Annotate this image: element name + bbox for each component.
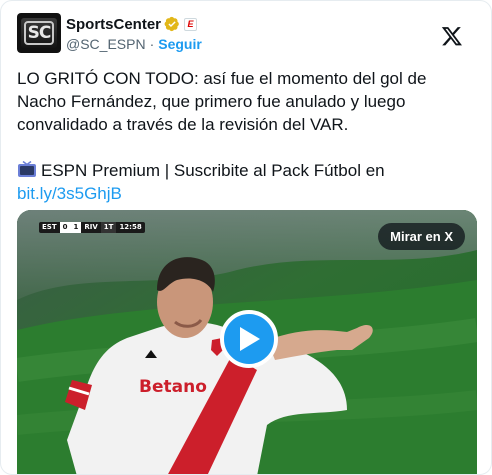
tweet-card: SC SportsCenter E @SC_ESPN · Seguir LO G… <box>0 0 492 475</box>
avatar-logo-text: SC <box>23 21 55 45</box>
tweet-header: SC SportsCenter E @SC_ESPN · Seguir <box>17 13 477 57</box>
play-button[interactable] <box>220 310 278 368</box>
avatar-logo: SC <box>21 18 57 48</box>
promo-text: ESPN Premium | Suscribite al Pack Fútbol… <box>41 161 385 180</box>
avatar[interactable]: SC <box>17 13 61 53</box>
tweet-main-text: LO GRITÓ CON TODO: así fue el momento de… <box>17 69 427 134</box>
watch-on-x-button[interactable]: Mirar en X <box>378 223 465 250</box>
scoreboard-home-team: EST <box>42 223 57 231</box>
handle[interactable]: @SC_ESPN <box>66 36 146 52</box>
tweet-text: LO GRITÓ CON TODO: así fue el momento de… <box>17 67 479 205</box>
play-icon <box>240 327 260 351</box>
scoreboard-period: 1T <box>100 222 117 233</box>
video-player[interactable]: Betano EST 0 1 RIV 1T 12:58 Mirar en X <box>17 210 477 474</box>
tv-icon <box>18 161 36 177</box>
espn-badge-icon: E <box>184 17 198 31</box>
scoreboard-home-score: 0 <box>59 222 71 233</box>
scoreboard-away-team: RIV <box>84 223 98 231</box>
follow-button[interactable]: Seguir <box>158 36 202 52</box>
jersey-sponsor-text: Betano <box>139 377 207 397</box>
tweet-promo-line: ESPN Premium | Suscribite al Pack Fútbol… <box>17 159 479 205</box>
promo-link[interactable]: bit.ly/3s5GhjB <box>17 184 122 203</box>
scoreboard: EST 0 1 RIV 1T 12:58 <box>39 222 145 233</box>
verified-badge-icon <box>164 16 179 32</box>
scoreboard-away-score: 1 <box>70 222 82 233</box>
separator-dot: · <box>149 36 155 52</box>
display-name[interactable]: SportsCenter <box>66 16 161 33</box>
scoreboard-clock: 12:58 <box>119 223 142 231</box>
author-block: SportsCenter E @SC_ESPN · Seguir <box>66 14 202 54</box>
x-logo-icon[interactable] <box>441 25 463 47</box>
